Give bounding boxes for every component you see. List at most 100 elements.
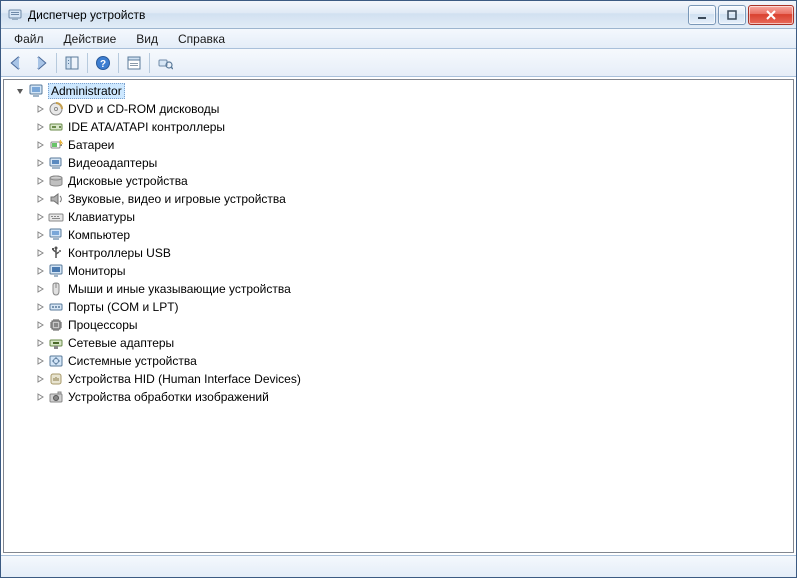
tree-item-label: Процессоры xyxy=(68,318,138,332)
expand-icon[interactable] xyxy=(34,157,46,169)
battery-icon xyxy=(48,137,64,153)
tree-item[interactable]: Звуковые, видео и игровые устройства xyxy=(34,190,791,208)
computer-icon xyxy=(28,83,44,99)
tree-item-label: Устройства обработки изображений xyxy=(68,390,269,404)
tree-item-label: Дисковые устройства xyxy=(68,174,188,188)
tree-item-label: Сетевые адаптеры xyxy=(68,336,174,350)
menu-file[interactable]: Файл xyxy=(5,31,53,47)
imaging-icon xyxy=(48,389,64,405)
tree-item[interactable]: Видеоадаптеры xyxy=(34,154,791,172)
tree-item-label: Видеоадаптеры xyxy=(68,156,157,170)
expand-icon[interactable] xyxy=(34,247,46,259)
cpu-icon xyxy=(48,317,64,333)
forward-button[interactable] xyxy=(29,51,53,75)
svg-text:?: ? xyxy=(100,59,106,70)
tree-item[interactable]: Контроллеры USB xyxy=(34,244,791,262)
window-controls xyxy=(688,5,794,25)
window-title: Диспетчер устройств xyxy=(28,8,688,22)
tree-item-label: Мыши и иные указывающие устройства xyxy=(68,282,291,296)
menu-action[interactable]: Действие xyxy=(55,31,126,47)
port-icon xyxy=(48,299,64,315)
tree-item-label: DVD и CD-ROM дисководы xyxy=(68,102,219,116)
statusbar xyxy=(1,555,796,577)
tree-item[interactable]: Мыши и иные указывающие устройства xyxy=(34,280,791,298)
tree-item-label: IDE ATA/ATAPI контроллеры xyxy=(68,120,225,134)
tree-item[interactable]: Устройства обработки изображений xyxy=(34,388,791,406)
expand-icon[interactable] xyxy=(34,337,46,349)
toolbar-separator xyxy=(149,53,150,73)
app-icon xyxy=(7,7,23,23)
tree-item[interactable]: Клавиатуры xyxy=(34,208,791,226)
expand-icon[interactable] xyxy=(34,355,46,367)
toolbar-separator xyxy=(87,53,88,73)
menu-view[interactable]: Вид xyxy=(127,31,167,47)
tree-item-label: Контроллеры USB xyxy=(68,246,171,260)
device-manager-window: Диспетчер устройств Файл Действие Вид Сп… xyxy=(0,0,797,578)
expand-icon[interactable] xyxy=(34,103,46,115)
expand-icon[interactable] xyxy=(34,373,46,385)
back-button[interactable] xyxy=(5,51,29,75)
mouse-icon xyxy=(48,281,64,297)
tree-item-label: Мониторы xyxy=(68,264,125,278)
network-icon xyxy=(48,335,64,351)
disc-icon xyxy=(48,101,64,117)
keyboard-icon xyxy=(48,209,64,225)
tree-item[interactable]: Дисковые устройства xyxy=(34,172,791,190)
tree-item-label: Порты (COM и LPT) xyxy=(68,300,179,314)
expand-icon[interactable] xyxy=(34,121,46,133)
tree-item[interactable]: IDE ATA/ATAPI контроллеры xyxy=(34,118,791,136)
usb-icon xyxy=(48,245,64,261)
menu-help[interactable]: Справка xyxy=(169,31,234,47)
tree-root-label: Administrator xyxy=(48,83,125,99)
expand-icon[interactable] xyxy=(34,391,46,403)
tree-item-label: Компьютер xyxy=(68,228,130,242)
expand-icon[interactable] xyxy=(34,175,46,187)
tree-item-label: Устройства HID (Human Interface Devices) xyxy=(68,372,301,386)
tree-children: DVD и CD-ROM дисководы IDE ATA/ATAPI конт… xyxy=(14,100,791,406)
ide-icon xyxy=(48,119,64,135)
toolbar: ? xyxy=(1,49,796,77)
hid-icon xyxy=(48,371,64,387)
expand-icon[interactable] xyxy=(34,193,46,205)
tree-item-label: Батареи xyxy=(68,138,114,152)
device-tree[interactable]: Administrator DVD и CD-ROM дисководы IDE … xyxy=(3,79,794,553)
tree-item[interactable]: Процессоры xyxy=(34,316,791,334)
properties-button[interactable] xyxy=(122,51,146,75)
tree-item[interactable]: Порты (COM и LPT) xyxy=(34,298,791,316)
tree-item-label: Системные устройства xyxy=(68,354,197,368)
tree-root-node[interactable]: Administrator xyxy=(14,82,791,100)
show-hide-tree-button[interactable] xyxy=(60,51,84,75)
expand-icon[interactable] xyxy=(34,139,46,151)
expand-icon[interactable] xyxy=(34,229,46,241)
scan-hardware-button[interactable] xyxy=(153,51,177,75)
video-icon xyxy=(48,155,64,171)
menubar: Файл Действие Вид Справка xyxy=(1,29,796,49)
tree-item[interactable]: DVD и CD-ROM дисководы xyxy=(34,100,791,118)
disk-icon xyxy=(48,173,64,189)
tree-item[interactable]: Системные устройства xyxy=(34,352,791,370)
expand-icon[interactable] xyxy=(34,319,46,331)
tree-item[interactable]: Мониторы xyxy=(34,262,791,280)
minimize-button[interactable] xyxy=(688,5,716,25)
tree-item-label: Звуковые, видео и игровые устройства xyxy=(68,192,286,206)
titlebar: Диспетчер устройств xyxy=(1,1,796,29)
expand-icon[interactable] xyxy=(34,283,46,295)
close-button[interactable] xyxy=(748,5,794,25)
tree-item-label: Клавиатуры xyxy=(68,210,135,224)
help-button[interactable]: ? xyxy=(91,51,115,75)
expand-icon[interactable] xyxy=(34,265,46,277)
collapse-icon[interactable] xyxy=(14,85,26,97)
expand-icon[interactable] xyxy=(34,211,46,223)
computer-small-icon xyxy=(48,227,64,243)
tree-item[interactable]: Компьютер xyxy=(34,226,791,244)
tree-item[interactable]: Сетевые адаптеры xyxy=(34,334,791,352)
monitor-icon xyxy=(48,263,64,279)
toolbar-separator xyxy=(56,53,57,73)
system-icon xyxy=(48,353,64,369)
tree-item[interactable]: Батареи xyxy=(34,136,791,154)
maximize-button[interactable] xyxy=(718,5,746,25)
tree-item[interactable]: Устройства HID (Human Interface Devices) xyxy=(34,370,791,388)
toolbar-separator xyxy=(118,53,119,73)
sound-icon xyxy=(48,191,64,207)
expand-icon[interactable] xyxy=(34,301,46,313)
